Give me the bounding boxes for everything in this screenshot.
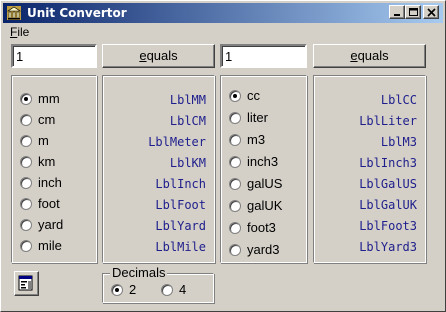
unit-convertor-window: Unit Convertor File 1 equals 1 equals mm… (0, 0, 446, 312)
close-icon (427, 8, 436, 17)
title-bar[interactable]: Unit Convertor (3, 3, 443, 23)
volume-results-panel: LblCC LblLiter LblM3 LblInch3 LblGalUS L… (313, 75, 426, 263)
radio[interactable] (161, 284, 173, 296)
minimize-button[interactable] (389, 5, 405, 19)
length-value-input[interactable]: 1 (11, 44, 97, 68)
form-properties-icon (18, 275, 33, 291)
decimals-group: Decimals 2 4 (102, 265, 214, 303)
radio[interactable] (229, 112, 241, 124)
menu-file[interactable]: File (10, 25, 29, 39)
decimals-title: Decimals (110, 265, 168, 280)
volume-result-label: LblYard3 (359, 240, 417, 254)
radio-selected[interactable] (20, 93, 32, 105)
length-result-label: LblMile (155, 240, 206, 254)
volume-result-label: LblFoot3 (359, 219, 417, 233)
length-result-label: LblMM (169, 93, 206, 107)
volume-result-label: LblInch3 (359, 156, 417, 170)
radio-selected[interactable] (229, 90, 241, 102)
minimize-icon (394, 14, 400, 16)
radio[interactable] (20, 114, 32, 126)
radio[interactable] (20, 156, 32, 168)
radio[interactable] (20, 240, 32, 252)
maximize-icon (409, 8, 418, 16)
radio-selected[interactable] (111, 284, 123, 296)
radio[interactable] (229, 222, 241, 234)
radio[interactable] (229, 134, 241, 146)
radio[interactable] (229, 156, 241, 168)
radio[interactable] (20, 219, 32, 231)
radio[interactable] (20, 198, 32, 210)
window-title: Unit Convertor (27, 6, 127, 20)
volume-result-label: LblM3 (380, 135, 417, 149)
options-button[interactable] (14, 271, 39, 296)
volume-result-label: LblCC (380, 93, 417, 107)
volume-value-input[interactable]: 1 (220, 44, 307, 68)
length-result-label: LblMeter (148, 135, 206, 149)
volume-result-label: LblGalUS (359, 177, 417, 191)
close-button[interactable] (423, 5, 439, 19)
volume-equals-button[interactable]: equals (313, 44, 426, 68)
volume-result-label: LblGalUK (359, 198, 417, 212)
radio[interactable] (20, 135, 32, 147)
volume-result-label: LblLiter (359, 114, 417, 128)
length-result-label: LblKM (169, 156, 206, 170)
maximize-button[interactable] (405, 5, 421, 19)
length-result-label: LblCM (169, 114, 206, 128)
length-equals-button[interactable]: equals (102, 44, 215, 68)
radio[interactable] (229, 200, 241, 212)
volume-units-panel: cc liter m3 inch3 galUS galUK foot3 yard… (220, 75, 307, 263)
radio[interactable] (229, 244, 241, 256)
length-result-label: LblInch (155, 177, 206, 191)
radio[interactable] (229, 178, 241, 190)
length-results-panel: LblMM LblCM LblMeter LblKM LblInch LblFo… (102, 75, 215, 263)
radio[interactable] (20, 177, 32, 189)
length-result-label: LblYard (155, 219, 206, 233)
app-icon (7, 6, 21, 20)
length-units-panel: mm cm m km inch foot yard mile (11, 75, 97, 263)
length-result-label: LblFoot (155, 198, 206, 212)
